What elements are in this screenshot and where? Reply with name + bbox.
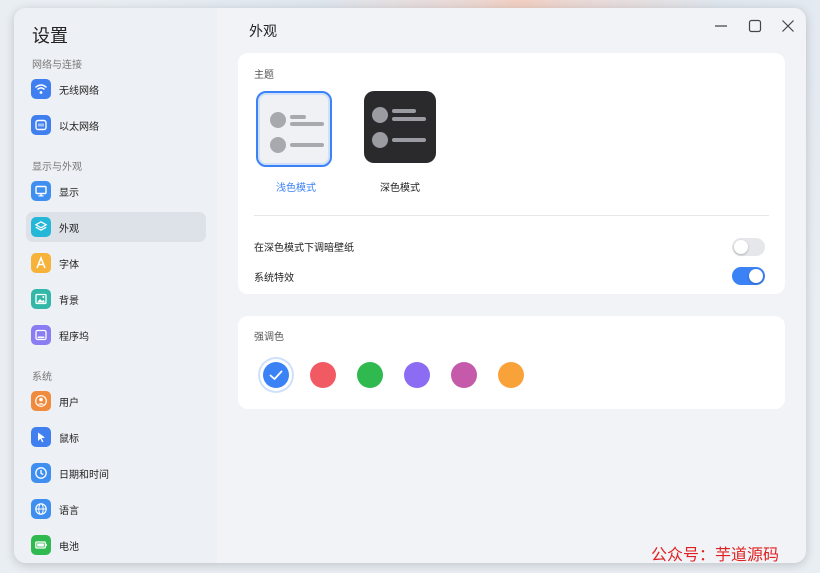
dark-theme-preview-icon bbox=[372, 107, 426, 148]
sidebar-item-language[interactable]: 语言 bbox=[26, 494, 206, 524]
close-button[interactable] bbox=[779, 17, 797, 35]
toggle-knob bbox=[734, 240, 748, 254]
sidebar-item-label: 以太网络 bbox=[59, 121, 99, 133]
divider bbox=[254, 215, 769, 216]
light-mode-tile[interactable] bbox=[256, 91, 332, 167]
effects-toggle[interactable] bbox=[732, 267, 765, 285]
effects-label: 系统特效 bbox=[254, 273, 294, 284]
wifi-icon bbox=[31, 79, 51, 99]
sidebar-item-font[interactable]: 字体 bbox=[26, 248, 206, 278]
settings-window: 设置 网络与连接 无线网络 以太网络 显示与外观 显示 外观 字体 背景 程序坞… bbox=[14, 8, 806, 563]
layers-icon bbox=[31, 217, 51, 237]
sidebar-item-mouse[interactable]: 鼠标 bbox=[26, 422, 206, 452]
minimize-icon bbox=[715, 25, 727, 27]
sidebar-item-label: 电池 bbox=[59, 541, 79, 553]
sidebar-item-display[interactable]: 显示 bbox=[26, 176, 206, 206]
dim-wallpaper-label: 在深色模式下调暗壁纸 bbox=[254, 243, 354, 254]
minimize-button[interactable] bbox=[712, 17, 730, 35]
theme-label: 主题 bbox=[254, 70, 274, 81]
accent-color-swatch[interactable] bbox=[357, 362, 383, 388]
image-icon bbox=[31, 289, 51, 309]
clock-icon bbox=[31, 463, 51, 483]
close-icon bbox=[782, 20, 794, 32]
sidebar-item-wifi[interactable]: 无线网络 bbox=[26, 74, 206, 104]
sidebar: 设置 网络与连接 无线网络 以太网络 显示与外观 显示 外观 字体 背景 程序坞… bbox=[14, 8, 217, 563]
sidebar-item-user[interactable]: 用户 bbox=[26, 386, 206, 416]
accent-color-swatch[interactable] bbox=[404, 362, 430, 388]
theme-card: 主题 浅色模式 深色模式 在深色模式下调暗壁纸 系统特效 bbox=[238, 53, 785, 294]
page-title: 外观 bbox=[249, 24, 277, 40]
sidebar-item-battery[interactable]: 电池 bbox=[26, 530, 206, 560]
globe-icon bbox=[31, 499, 51, 519]
sidebar-item-appearance[interactable]: 外观 bbox=[26, 212, 206, 242]
font-icon bbox=[31, 253, 51, 273]
sidebar-item-label: 日期和时间 bbox=[59, 469, 109, 481]
sidebar-item-label: 语言 bbox=[59, 505, 79, 517]
main-content: 外观 主题 浅色模式 深色模式 在深色模式下调暗壁纸 系统特效 强调色 bbox=[217, 8, 806, 563]
accent-color-swatch[interactable] bbox=[451, 362, 477, 388]
sidebar-item-label: 鼠标 bbox=[59, 433, 79, 445]
maximize-button[interactable] bbox=[746, 17, 764, 35]
accent-color-swatch[interactable] bbox=[263, 362, 289, 388]
sidebar-item-datetime[interactable]: 日期和时间 bbox=[26, 458, 206, 488]
section-system: 系统 bbox=[32, 372, 52, 383]
monitor-icon bbox=[31, 181, 51, 201]
maximize-icon bbox=[748, 19, 762, 33]
light-theme-preview-icon bbox=[270, 112, 324, 153]
sidebar-item-label: 无线网络 bbox=[59, 85, 99, 97]
section-display: 显示与外观 bbox=[32, 162, 82, 173]
sidebar-title: 设置 bbox=[32, 26, 68, 47]
accent-color-swatch[interactable] bbox=[498, 362, 524, 388]
sidebar-item-dock[interactable]: 程序坞 bbox=[26, 320, 206, 350]
accent-color-swatch[interactable] bbox=[310, 362, 336, 388]
sidebar-item-ethernet[interactable]: 以太网络 bbox=[26, 110, 206, 140]
sidebar-item-label: 程序坞 bbox=[59, 331, 89, 343]
accent-card: 强调色 bbox=[238, 316, 785, 409]
check-icon bbox=[269, 370, 283, 380]
battery-icon bbox=[31, 535, 51, 555]
dock-icon bbox=[31, 325, 51, 345]
section-network: 网络与连接 bbox=[32, 60, 82, 71]
dark-mode-label: 深色模式 bbox=[380, 183, 420, 194]
user-icon bbox=[31, 391, 51, 411]
cursor-icon bbox=[31, 427, 51, 447]
sidebar-item-label: 字体 bbox=[59, 259, 79, 271]
sidebar-item-label: 背景 bbox=[59, 295, 79, 307]
toggle-knob bbox=[749, 269, 763, 283]
dark-mode-tile[interactable] bbox=[364, 91, 436, 163]
sidebar-item-label: 用户 bbox=[59, 397, 79, 409]
watermark-text: 公众号：芋道源码 bbox=[651, 545, 780, 564]
ethernet-icon bbox=[31, 115, 51, 135]
accent-label: 强调色 bbox=[254, 332, 284, 343]
sidebar-item-background[interactable]: 背景 bbox=[26, 284, 206, 314]
dim-wallpaper-toggle[interactable] bbox=[732, 238, 765, 256]
sidebar-item-label: 外观 bbox=[59, 223, 79, 235]
light-mode-label: 浅色模式 bbox=[276, 183, 316, 194]
sidebar-item-label: 显示 bbox=[59, 187, 79, 199]
